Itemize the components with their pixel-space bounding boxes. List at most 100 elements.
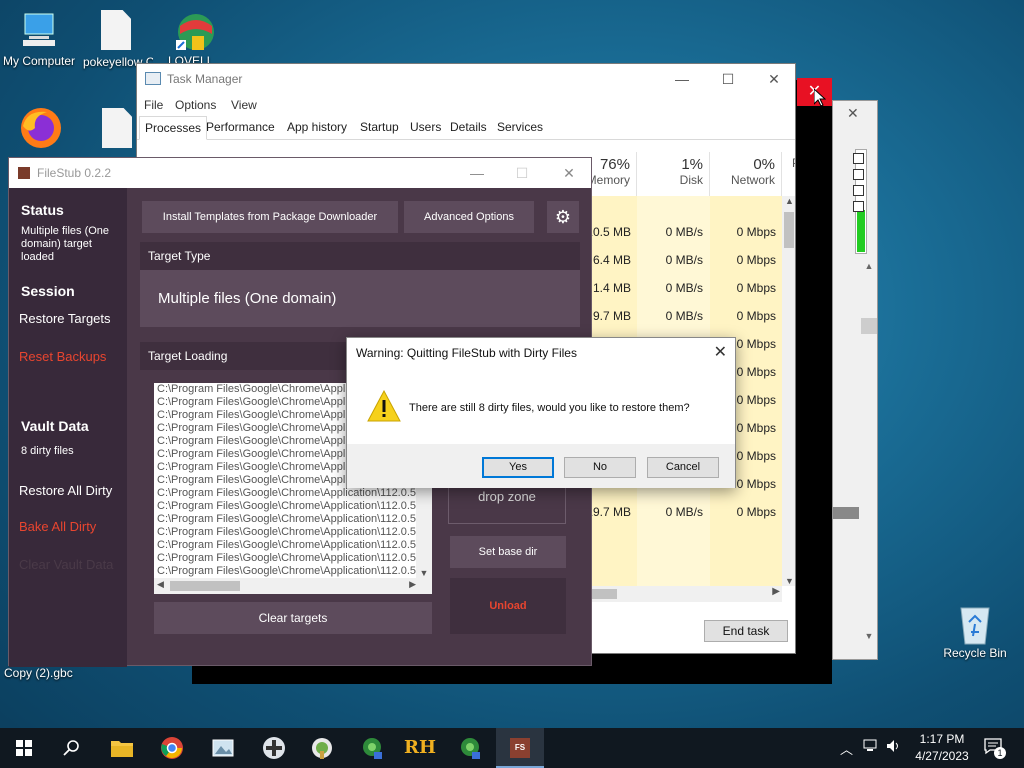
restore-targets-button[interactable]: Restore Targets xyxy=(19,311,111,326)
task-manager-titlebar[interactable]: Task Manager — ☐ ✕ xyxy=(137,64,795,94)
tab-users[interactable]: Users xyxy=(405,116,446,140)
tab-app-history[interactable]: App history xyxy=(282,116,352,140)
target-list-item[interactable]: C:\Program Files\Google\Chrome\Applicati… xyxy=(154,526,432,539)
menu-view[interactable]: View xyxy=(231,98,257,112)
process-cell-network[interactable]: 0 Mbps xyxy=(710,246,776,274)
chevron-down-icon[interactable]: ▼ xyxy=(861,631,877,641)
chevron-left-icon[interactable]: ◀ xyxy=(157,579,164,590)
process-cell-disk[interactable]: 0 MB/s xyxy=(637,246,703,274)
clock-time[interactable]: 1:17 PM xyxy=(917,732,967,746)
chevron-right-icon[interactable]: ▶ xyxy=(409,579,416,590)
close-icon[interactable]: ✕ xyxy=(847,105,859,122)
bake-all-dirty-button[interactable]: Bake All Dirty xyxy=(19,519,96,534)
filestub-titlebar[interactable]: FileStub 0.2.2 — ☐ ✕ xyxy=(9,158,591,188)
close-button[interactable]: ✕ xyxy=(751,66,795,92)
search-button[interactable] xyxy=(48,728,96,768)
dialog-close-button[interactable]: ✕ xyxy=(714,342,727,362)
process-cell-disk[interactable]: 0 MB/s xyxy=(637,274,703,302)
taskbar-gamepad[interactable] xyxy=(250,728,298,768)
process-cell-network[interactable]: 0 Mbps xyxy=(710,302,776,330)
menu-options[interactable]: Options xyxy=(175,98,216,112)
clear-targets-button[interactable]: Clear targets xyxy=(154,602,432,634)
targets-list-hscroll[interactable]: ◀ ▶ xyxy=(154,578,432,594)
process-scrollbar[interactable]: ▲ ▼ xyxy=(782,196,795,586)
close-button[interactable]: ✕ xyxy=(549,162,589,184)
checkbox[interactable] xyxy=(853,201,864,212)
scrollbar-thumb[interactable] xyxy=(861,318,877,334)
taskbar-photos[interactable] xyxy=(200,728,248,768)
advanced-options-button[interactable]: Advanced Options xyxy=(404,201,534,233)
process-cell-network[interactable]: 0 Mbps xyxy=(710,498,776,526)
clock-date[interactable]: 4/27/2023 xyxy=(911,749,973,763)
minimize-button[interactable]: — xyxy=(659,66,705,92)
restore-all-dirty-button[interactable]: Restore All Dirty xyxy=(19,483,112,498)
taskbar-file-explorer[interactable] xyxy=(98,728,146,768)
target-list-item[interactable]: C:\Program Files\Google\Chrome\Applicati… xyxy=(154,565,432,578)
column-header-network[interactable]: 0% Network xyxy=(710,152,782,196)
install-templates-button[interactable]: Install Templates from Package Downloade… xyxy=(142,201,398,233)
taskbar-emulator-2[interactable] xyxy=(446,728,494,768)
chevron-up-icon[interactable]: ▲ xyxy=(861,261,877,271)
chevron-down-icon[interactable]: ▼ xyxy=(416,568,432,578)
target-list-item[interactable]: C:\Program Files\Google\Chrome\Applicati… xyxy=(154,500,432,513)
taskbar-rh-app[interactable]: RH xyxy=(396,728,444,768)
start-button[interactable] xyxy=(0,728,48,768)
desktop-icon-copy2-gbc[interactable]: Copy (2).gbc xyxy=(4,666,80,686)
process-cell-network[interactable]: 0 Mbps xyxy=(710,218,776,246)
process-cell-network[interactable]: 0 Mbps xyxy=(710,274,776,302)
desktop-icon-loveli[interactable]: LOVELI... xyxy=(156,10,232,70)
tab-services[interactable]: Services xyxy=(492,116,548,140)
unload-button[interactable]: Unload xyxy=(450,578,566,634)
clear-vault-data-button[interactable]: Clear Vault Data xyxy=(19,557,113,572)
tab-performance[interactable]: Performance xyxy=(201,116,280,140)
network-icon[interactable] xyxy=(863,739,879,756)
scrollbar-thumb[interactable] xyxy=(784,212,794,248)
minimize-button[interactable]: — xyxy=(457,162,497,184)
process-cell-disk[interactable]: 0 MB/s xyxy=(637,498,703,526)
recycle-bin-icon xyxy=(955,602,995,645)
desktop-icon-recycle-bin[interactable]: Recycle Bin xyxy=(937,602,1013,660)
taskbar-chrome[interactable] xyxy=(148,728,196,768)
chevron-down-icon[interactable]: ▼ xyxy=(782,576,795,586)
globe-icon xyxy=(312,738,332,759)
process-cell-disk[interactable]: 0 MB/s xyxy=(637,302,703,330)
process-hscrollbar[interactable]: ▶ xyxy=(577,586,782,602)
desktop-icon-my-computer[interactable]: My Computer xyxy=(1,10,77,68)
column-header-power[interactable]: P xyxy=(782,152,795,196)
desktop-icon-firefox[interactable] xyxy=(1,106,77,156)
column-label: Network xyxy=(730,173,775,187)
taskbar-emulator-1[interactable] xyxy=(348,728,396,768)
reset-backups-button[interactable]: Reset Backups xyxy=(19,349,106,364)
chevron-right-icon[interactable]: ▶ xyxy=(772,586,780,597)
target-list-item[interactable]: C:\Program Files\Google\Chrome\Applicati… xyxy=(154,539,432,552)
checkbox[interactable] xyxy=(853,169,864,180)
tab-processes[interactable]: Processes xyxy=(139,116,208,140)
tab-startup[interactable]: Startup xyxy=(355,116,404,140)
taskbar-filestub[interactable]: FS xyxy=(496,728,544,768)
no-button[interactable]: No xyxy=(564,457,636,478)
maximize-button[interactable]: ☐ xyxy=(705,66,751,92)
scrollbar[interactable]: ▲ ▼ xyxy=(861,261,877,641)
maximize-button[interactable]: ☐ xyxy=(502,162,542,184)
target-list-item[interactable]: C:\Program Files\Google\Chrome\Applicati… xyxy=(154,513,432,526)
taskbar-globe-app[interactable] xyxy=(298,728,346,768)
tab-details[interactable]: Details xyxy=(445,116,492,140)
chevron-up-icon[interactable]: ︿ xyxy=(840,739,853,758)
checkbox[interactable] xyxy=(853,153,864,164)
end-task-button[interactable]: End task xyxy=(704,620,788,642)
target-list-item[interactable]: C:\Program Files\Google\Chrome\Applicati… xyxy=(154,552,432,565)
process-cell-disk[interactable]: 0 MB/s xyxy=(637,218,703,246)
settings-button[interactable]: ⚙ xyxy=(547,201,579,233)
checkbox[interactable] xyxy=(853,185,864,196)
horizontal-scroll-thumb[interactable] xyxy=(833,507,859,519)
scrollbar-thumb[interactable] xyxy=(170,581,240,591)
column-header-disk[interactable]: 1% Disk xyxy=(637,152,710,196)
notification-button[interactable]: 1 xyxy=(984,737,1006,759)
cancel-button[interactable]: Cancel xyxy=(647,457,719,478)
target-list-item[interactable]: C:\Program Files\Google\Chrome\Applicati… xyxy=(154,487,432,500)
yes-button[interactable]: Yes xyxy=(482,457,554,478)
menu-file[interactable]: File xyxy=(144,98,163,112)
volume-icon[interactable] xyxy=(886,739,902,756)
set-base-dir-button[interactable]: Set base dir xyxy=(450,536,566,568)
chevron-up-icon[interactable]: ▲ xyxy=(782,196,795,206)
